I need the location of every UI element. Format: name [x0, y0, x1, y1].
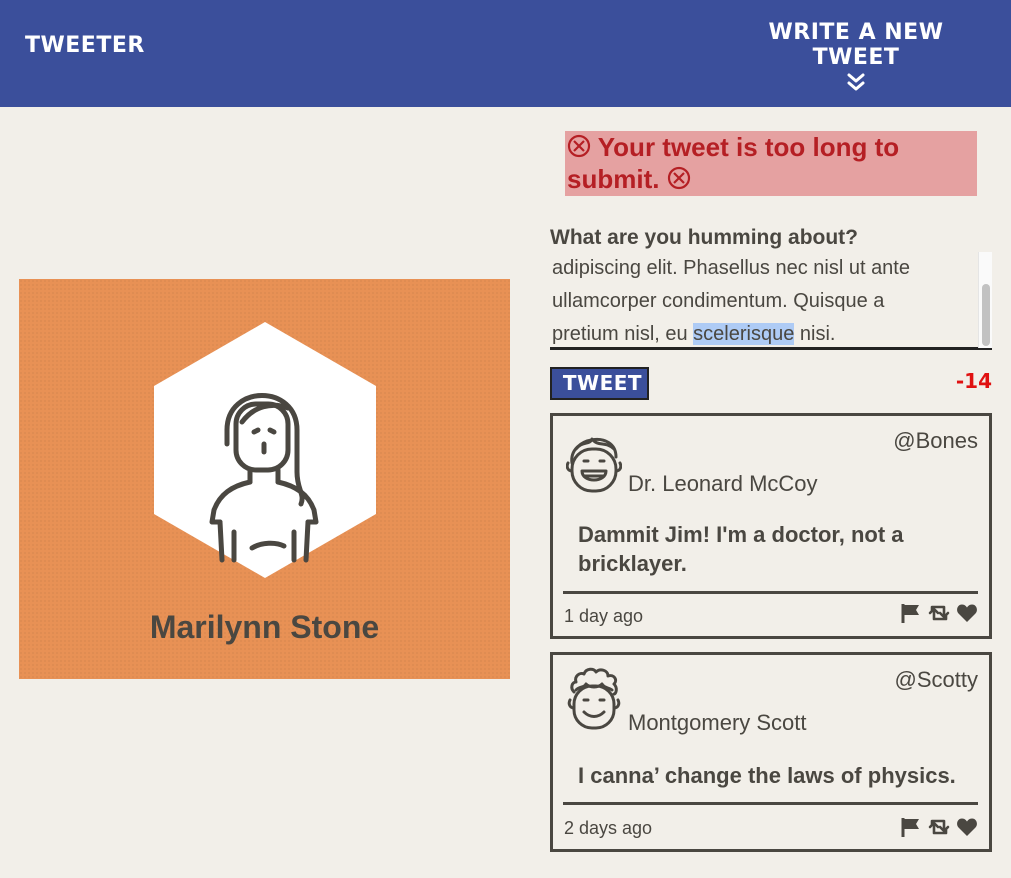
text-before-selection: pretium nisl, eu [552, 323, 694, 345]
textarea-line: adipiscing elit. Phasellus nec nisl ut a… [552, 257, 910, 279]
error-text: Your tweet is too long to submit. [567, 132, 900, 194]
top-nav: Tweeter Write a new tweet [0, 0, 1011, 107]
textarea-line: ullamcorper condimentum. Quisque a [552, 290, 885, 312]
tweet-handle[interactable]: @Bones [893, 428, 978, 454]
heart-icon[interactable] [956, 816, 978, 838]
tweet-actions [900, 816, 978, 838]
tweet-timestamp: 1 day ago [564, 606, 644, 626]
text-after-selection: nisi. [794, 323, 836, 345]
flag-icon[interactable] [900, 602, 922, 624]
write-new-tweet-label: Write a new tweet [768, 20, 944, 70]
tweet-submit-button[interactable]: Tweet [550, 367, 649, 400]
textarea-scrollbar-thumb[interactable] [982, 284, 990, 346]
tweet-actions [900, 602, 978, 624]
tweet-timestamp: 2 days ago [564, 818, 653, 838]
tweet-card: @Bones Dr. Leonard McCoy Dammit Jim! I'm… [550, 413, 992, 639]
profile-name: Marilynn Stone [149, 609, 380, 645]
tweet-composer-label: What are you humming about? [550, 226, 858, 249]
user-profile-card: Marilynn Stone [19, 279, 510, 679]
tweet-handle[interactable]: @Scotty [895, 667, 978, 693]
heart-icon[interactable] [956, 602, 978, 624]
tweet-author-name: Dr. Leonard McCoy [628, 471, 818, 496]
tweet-divider [563, 802, 978, 805]
selected-text: scelerisque [693, 323, 795, 345]
woman-avatar-icon [154, 322, 376, 578]
write-new-tweet-toggle[interactable]: Write a new tweet [726, 20, 986, 94]
chevron-double-down-icon [847, 73, 865, 91]
tweet-card: @Scotty Montgomery Scott I canna’ change… [550, 652, 992, 852]
tweet-text: Dammit Jim! I'm a doctor, not a bricklay… [578, 522, 904, 576]
error-message: Your tweet is too long to submit. [565, 131, 977, 196]
character-counter: -14 [955, 369, 992, 393]
textarea-line: pretium nisl, eu scelerisque nisi. [552, 318, 992, 347]
circle-x-icon [667, 166, 690, 190]
curly-hair-man-avatar-icon [567, 667, 621, 730]
brand-logo[interactable]: Tweeter [25, 33, 145, 58]
retweet-icon[interactable] [928, 816, 950, 838]
tweet-textarea[interactable]: adipiscing elit. Phasellus nec nisl ut a… [550, 252, 992, 350]
smiling-man-avatar-icon [566, 437, 622, 493]
retweet-icon[interactable] [928, 602, 950, 624]
circle-x-icon [567, 134, 591, 158]
tweet-text: I canna’ change the laws of physics. [578, 763, 956, 788]
tweet-author-name: Montgomery Scott [628, 710, 807, 735]
flag-icon[interactable] [900, 816, 922, 838]
tweet-divider [563, 591, 978, 594]
